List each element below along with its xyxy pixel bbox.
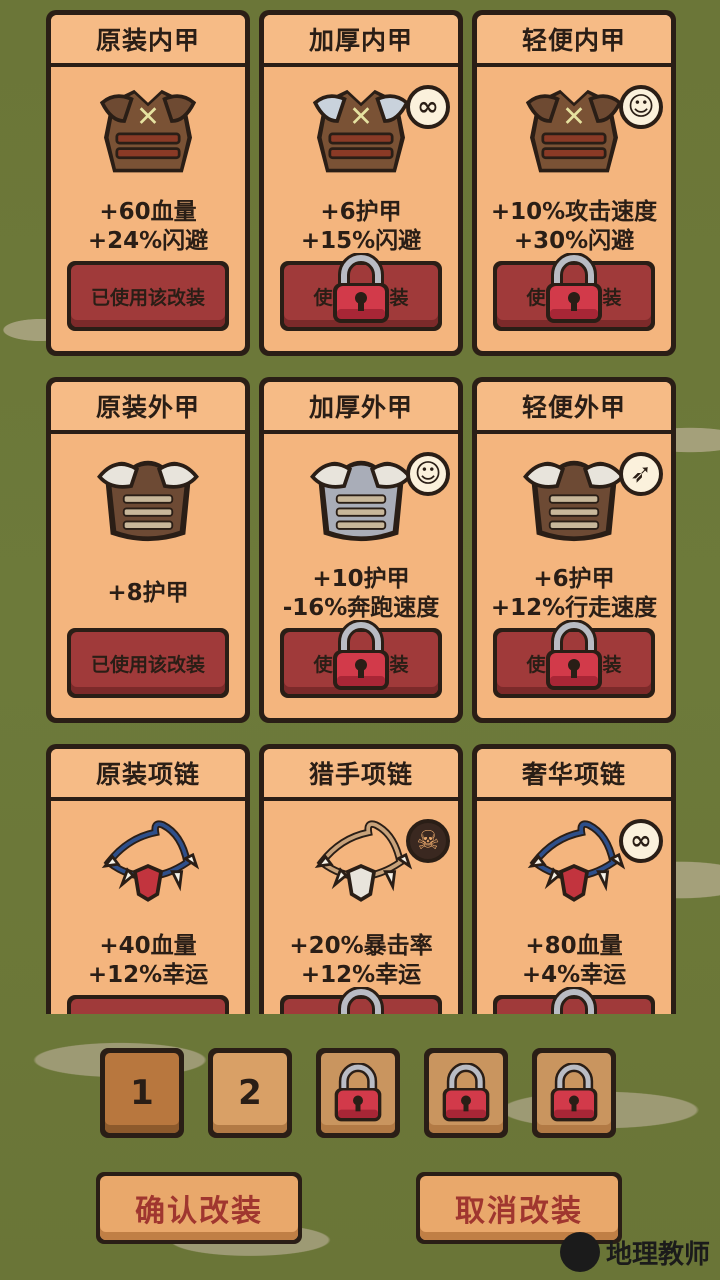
lock-icon	[429, 1053, 503, 1133]
mod-card[interactable]: 加厚外甲 ☺+10护甲-16%奔跑速度使用该改装	[259, 377, 463, 723]
lock-icon	[543, 252, 605, 325]
stat-line: +40血量	[99, 933, 197, 959]
watermark-logo-icon	[559, 1232, 600, 1272]
stat-line: +12%幸运	[300, 962, 422, 988]
lock-icon	[330, 986, 392, 1014]
leather-vest-icon	[51, 81, 245, 201]
skull-icon[interactable]: ☠	[406, 819, 450, 863]
stat-line: +6护甲	[533, 566, 615, 592]
stat-line: +10护甲	[312, 566, 410, 592]
use-mod-button[interactable]	[67, 995, 229, 1014]
mod-card-title: 猎手项链	[264, 749, 458, 801]
lock-icon	[543, 619, 605, 692]
mod-card-body: 加厚内甲 ∞+6护甲+15%闪避使用该改装	[264, 15, 458, 351]
infinity-icon[interactable]: ∞	[406, 85, 450, 129]
mod-card-stats: +20%暴击率 +12%幸运	[264, 932, 458, 990]
page-tab-label: 1	[105, 1053, 179, 1133]
lock-icon	[330, 619, 392, 692]
stat-line: +12%行走速度	[490, 595, 658, 621]
mod-card[interactable]: 原装项链 +40血量 +12%幸运	[46, 744, 250, 1014]
use-mod-button[interactable]: 已使用该改装	[67, 261, 229, 331]
mod-card-stats: +60血量 +24%闪避	[51, 198, 245, 256]
mod-card-title: 加厚内甲	[264, 15, 458, 67]
use-mod-label: 已使用该改装	[71, 632, 225, 694]
mod-card-body: 原装内甲 +60血量 +24%闪避已使用该改装	[51, 15, 245, 351]
cancel-label: 取消改装	[420, 1176, 618, 1240]
mod-card-body: 奢华项链 ∞ +80血量 +4%幸运	[477, 749, 671, 1014]
mod-card[interactable]: 轻便内甲 ☺+10%攻击速度+30%闪避使用该改装	[472, 10, 676, 356]
mod-card-body: 轻便内甲 ☺+10%攻击速度+30%闪避使用该改装	[477, 15, 671, 351]
stat-line: +60血量	[99, 199, 197, 225]
mod-card-stats: +8护甲	[51, 579, 245, 608]
mod-card-stats: +6护甲 +12%行走速度	[477, 565, 671, 623]
fur-armor-icon	[51, 448, 245, 568]
stat-line: +30%闪避	[513, 228, 635, 254]
page-tab[interactable]	[532, 1048, 616, 1138]
mod-card-title: 原装项链	[51, 749, 245, 801]
lock-icon	[543, 986, 605, 1014]
mod-card-stats: +6护甲 +15%闪避	[264, 198, 458, 256]
mod-card-body: 原装外甲 +8护甲已使用该改装	[51, 382, 245, 718]
stat-line: +24%闪避	[87, 228, 209, 254]
mod-card[interactable]: 原装外甲 +8护甲已使用该改装	[46, 377, 250, 723]
mod-card[interactable]: 轻便外甲 ➶+6护甲+12%行走速度使用该改装	[472, 377, 676, 723]
mod-card-body: 原装项链 +40血量 +12%幸运	[51, 749, 245, 1014]
mod-card-title: 原装内甲	[51, 15, 245, 67]
mod-card[interactable]: 原装内甲 +60血量 +24%闪避已使用该改装	[46, 10, 250, 356]
bow-icon[interactable]: ➶	[619, 452, 663, 496]
mod-card[interactable]: 猎手项链 ☠ +20%暴击率 +12%幸运	[259, 744, 463, 1014]
stat-line: +8护甲	[107, 580, 189, 606]
mod-card[interactable]: 加厚内甲 ∞+6护甲+15%闪避使用该改装	[259, 10, 463, 356]
use-mod-button[interactable]: 已使用该改装	[67, 628, 229, 698]
page-tab[interactable]	[424, 1048, 508, 1138]
mod-card-body: 轻便外甲 ➶+6护甲+12%行走速度使用该改装	[477, 382, 671, 718]
survivor-icon[interactable]: ☺	[406, 452, 450, 496]
lock-icon	[321, 1053, 395, 1133]
page-tab[interactable]: 1	[100, 1048, 184, 1138]
mod-card-title: 加厚外甲	[264, 382, 458, 434]
stat-line: +80血量	[525, 933, 623, 959]
stat-line: +12%幸运	[87, 962, 209, 988]
stat-line: +15%闪避	[300, 228, 422, 254]
mod-card-stats: +10%攻击速度 +30%闪避	[477, 198, 671, 256]
lock-icon	[537, 1053, 611, 1133]
stat-line: +4%幸运	[521, 962, 627, 988]
mod-card-title: 轻便外甲	[477, 382, 671, 434]
mod-card-stats: +40血量 +12%幸运	[51, 932, 245, 990]
mod-card-title: 原装外甲	[51, 382, 245, 434]
use-mod-label	[71, 999, 225, 1014]
mod-card-body: 加厚外甲 ☺+10护甲-16%奔跑速度使用该改装	[264, 382, 458, 718]
survivor-icon[interactable]: ☺	[619, 85, 663, 129]
confirm-label: 确认改装	[100, 1176, 298, 1240]
mod-card-stats: +10护甲 -16%奔跑速度	[264, 565, 458, 623]
mod-card-body: 猎手项链 ☠ +20%暴击率 +12%幸运	[264, 749, 458, 1014]
mod-card[interactable]: 奢华项链 ∞ +80血量 +4%幸运	[472, 744, 676, 1014]
page-tab[interactable]: 2	[208, 1048, 292, 1138]
watermark-text: 地理教师	[605, 1239, 710, 1270]
infinity-icon[interactable]: ∞	[619, 819, 663, 863]
use-mod-label: 已使用该改装	[71, 265, 225, 327]
stat-line: +6护甲	[320, 199, 402, 225]
page-tabs: 12	[0, 1048, 720, 1140]
mod-card-stats: +80血量 +4%幸运	[477, 932, 671, 990]
mod-card-title: 轻便内甲	[477, 15, 671, 67]
stat-line: +10%攻击速度	[490, 199, 658, 225]
fang-necklace-icon	[51, 815, 245, 935]
mod-card-grid: 原装内甲 +60血量+24%闪避已使用该改装加厚内甲 ∞+6护甲+15%闪避使用…	[0, 0, 720, 1014]
stat-line: -16%奔跑速度	[282, 595, 440, 621]
lock-icon	[330, 252, 392, 325]
mod-card-title: 奢华项链	[477, 749, 671, 801]
page-tab[interactable]	[316, 1048, 400, 1138]
stat-line: +20%暴击率	[289, 933, 433, 959]
page-tab-label: 2	[213, 1053, 287, 1133]
confirm-mod-button[interactable]: 确认改装	[96, 1172, 302, 1244]
watermark: 地理教师	[559, 1232, 710, 1272]
